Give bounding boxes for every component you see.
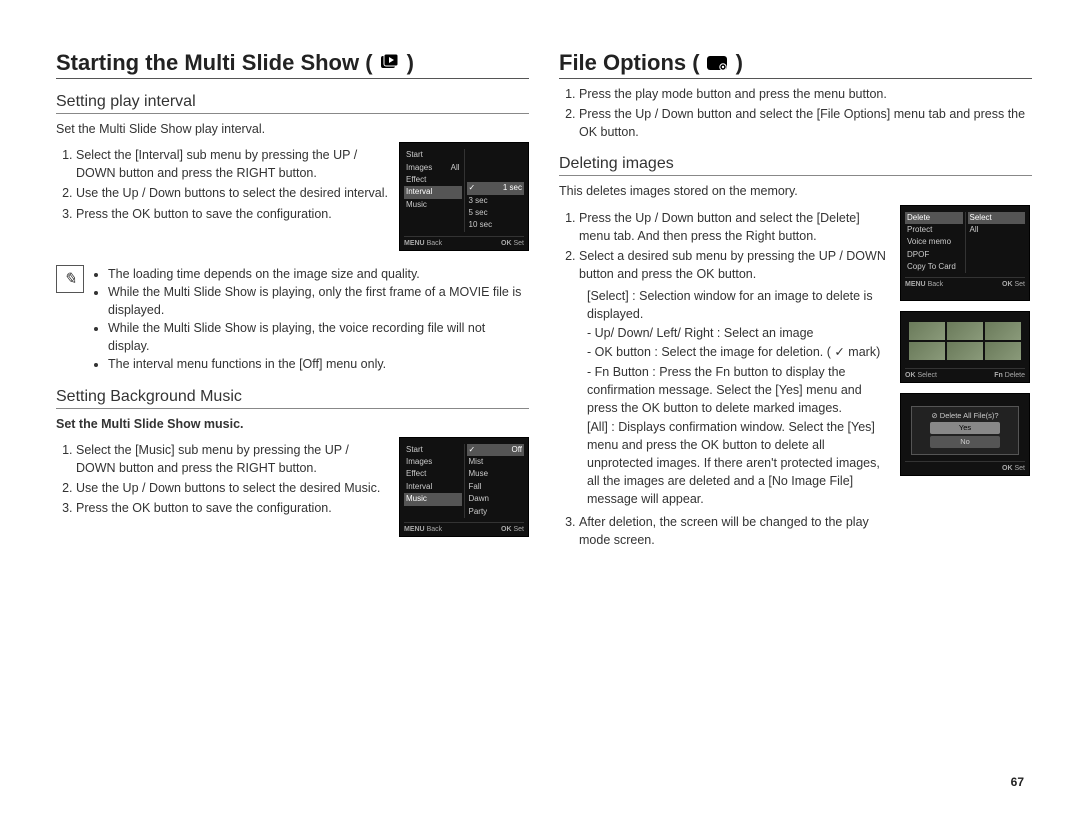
note-icon: ✎ bbox=[56, 265, 84, 293]
page-number: 67 bbox=[1011, 775, 1024, 789]
screenshot-delete-confirm: ⊘ Delete All File(s)? Yes No OK Set bbox=[900, 393, 1030, 476]
screenshot-thumbnails: OK Select Fn Delete bbox=[900, 311, 1030, 383]
subhead-music: Setting Background Music bbox=[56, 388, 529, 409]
intro-delete: This deletes images stored on the memory… bbox=[559, 182, 1032, 200]
steps-delete: Press the Up / Down button and select th… bbox=[559, 209, 890, 284]
screenshot-interval: Start ImagesAll Effect Interval Music ✓ … bbox=[399, 142, 529, 251]
file-options-icon bbox=[706, 54, 730, 72]
screenshot-delete-menu: Delete Protect Voice memo DPOF Copy To C… bbox=[900, 205, 1030, 301]
subhead-interval: Setting play interval bbox=[56, 93, 529, 114]
steps-interval: Select the [Interval] sub menu by pressi… bbox=[56, 146, 389, 223]
screenshot-music: Start Images Effect Interval Music ✓ Off… bbox=[399, 437, 529, 537]
note-box: ✎ The loading time depends on the image … bbox=[56, 265, 529, 374]
steps-music: Select the [Music] sub menu by pressing … bbox=[56, 441, 389, 518]
heading-slideshow: Starting the Multi Slide Show ( ) bbox=[56, 50, 529, 79]
subhead-delete: Deleting images bbox=[559, 155, 1032, 176]
top-steps: Press the play mode button and press the… bbox=[559, 85, 1032, 141]
intro-music: Set the Multi Slide Show music. bbox=[56, 415, 529, 433]
right-column: File Options ( ) Press the play mode but… bbox=[559, 50, 1032, 553]
heading-fileoptions: File Options ( ) bbox=[559, 50, 1032, 79]
left-column: Starting the Multi Slide Show ( ) Settin… bbox=[56, 50, 529, 553]
slideshow-icon bbox=[379, 54, 401, 72]
intro-interval: Set the Multi Slide Show play interval. bbox=[56, 120, 529, 138]
